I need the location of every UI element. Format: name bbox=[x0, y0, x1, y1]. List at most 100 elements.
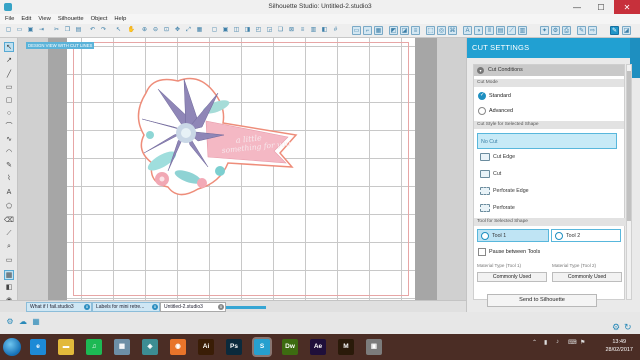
align-icon[interactable]: ≡ bbox=[298, 26, 307, 35]
copy-icon[interactable]: ❐ bbox=[63, 26, 72, 35]
send-icon[interactable]: ⇥ bbox=[37, 26, 46, 35]
minimize-button[interactable]: — bbox=[566, 0, 588, 14]
save-icon[interactable]: ▣ bbox=[26, 26, 35, 35]
cut-settings-icon[interactable]: ✎ bbox=[610, 26, 619, 35]
cut-conditions-header[interactable]: ▾ Cut Conditions bbox=[474, 65, 624, 76]
paste-icon[interactable]: ▤ bbox=[74, 26, 83, 35]
zoom-fit-icon[interactable]: ⤢ bbox=[184, 26, 193, 35]
freehand-tool-icon[interactable]: ✎ bbox=[4, 161, 14, 171]
taskbar-silhouette-studio-icon[interactable]: S bbox=[254, 339, 270, 355]
release-compound-icon[interactable]: ◨ bbox=[243, 26, 252, 35]
replicate-panel-icon[interactable]: ▤ bbox=[496, 26, 505, 35]
taskbar-app-b-icon[interactable]: ◈ bbox=[142, 339, 158, 355]
volume-icon[interactable]: ♪ bbox=[556, 339, 559, 345]
cut-style-cut[interactable]: Cut bbox=[477, 166, 617, 182]
keyboard-icon[interactable]: ⌨ bbox=[568, 339, 577, 346]
print-icon[interactable]: ⎙ bbox=[562, 26, 571, 35]
ungroup-icon[interactable]: ▣ bbox=[221, 26, 230, 35]
radio-standard[interactable] bbox=[478, 92, 486, 100]
grid-icon[interactable]: # bbox=[331, 26, 340, 35]
open-icon[interactable]: ▭ bbox=[15, 26, 24, 35]
redo-icon[interactable]: ↷ bbox=[99, 26, 108, 35]
polygon-shape-icon[interactable]: ⬠ bbox=[4, 202, 14, 212]
ellipse-tool-icon[interactable]: ○ bbox=[4, 109, 14, 119]
rounded-rect-tool-icon[interactable]: ▢ bbox=[4, 96, 14, 106]
taskbar-after-effects-icon[interactable]: Ae bbox=[310, 339, 326, 355]
send-panel-icon[interactable]: ⇨ bbox=[588, 26, 597, 35]
silhouette-panel-icon[interactable]: ◪ bbox=[622, 26, 631, 35]
network-icon[interactable]: ▮ bbox=[544, 339, 547, 346]
tab-untitled-2[interactable]: Untitled-2.studio3 x bbox=[160, 302, 226, 312]
tab-what-if-i-fail[interactable]: What if I fail.studio3 x bbox=[26, 302, 92, 312]
flag-icon[interactable]: ⚑ bbox=[580, 339, 585, 346]
tab-labels-mini-retreat[interactable]: Labels for mini retre... x bbox=[92, 302, 160, 312]
trace-icon[interactable]: ⌘ bbox=[448, 26, 457, 35]
taskbar-media-encoder-icon[interactable]: M bbox=[338, 339, 354, 355]
taskbar-file-explorer-icon[interactable]: ▬ bbox=[58, 339, 74, 355]
grid-settings-icon[interactable]: ▦ bbox=[374, 26, 383, 35]
cut-style-no-cut[interactable]: No Cut bbox=[477, 133, 617, 149]
zoom-pan-icon[interactable]: ✥ bbox=[173, 26, 182, 35]
menu-edit[interactable]: Edit bbox=[21, 16, 31, 22]
line-style-icon[interactable]: ≡ bbox=[411, 26, 420, 35]
line-color-icon[interactable]: ◪ bbox=[400, 26, 409, 35]
text-style-icon[interactable]: A bbox=[463, 26, 472, 35]
tool-2-button[interactable]: Tool 2 bbox=[551, 229, 621, 242]
taskbar-app-a-icon[interactable]: ▦ bbox=[114, 339, 130, 355]
page-setup-icon[interactable]: ▭ bbox=[352, 26, 361, 35]
zoom-in-icon[interactable]: ⊕ bbox=[140, 26, 149, 35]
arc-tool-icon[interactable]: ◠ bbox=[4, 148, 14, 158]
tab-close-icon[interactable]: x bbox=[218, 304, 224, 310]
settings-gear-icon[interactable]: ⚙ bbox=[612, 322, 620, 333]
cut-style-perforate[interactable]: Perforate bbox=[477, 200, 617, 216]
eyedropper-tool-icon[interactable]: ⌕ bbox=[4, 242, 14, 252]
delete-icon[interactable]: ⊠ bbox=[287, 26, 296, 35]
curve-tool-icon[interactable]: ∿ bbox=[4, 135, 14, 145]
menu-silhouette[interactable]: Silhouette bbox=[58, 16, 84, 22]
offset-icon[interactable]: ◎ bbox=[437, 26, 446, 35]
taskbar-firefox-icon[interactable]: ◉ bbox=[170, 339, 186, 355]
send-to-silhouette-button[interactable]: Send to Silhouette bbox=[487, 294, 597, 307]
shape-library-icon[interactable]: ⚙ bbox=[5, 317, 15, 327]
design-icon[interactable]: ✎ bbox=[577, 26, 586, 35]
compound-icon[interactable]: ◫ bbox=[232, 26, 241, 35]
radio-advanced[interactable] bbox=[478, 107, 486, 115]
panel-scrollbar[interactable] bbox=[626, 64, 632, 300]
polygon-tool-icon[interactable]: ⌒ bbox=[4, 122, 14, 132]
store-icon[interactable]: ✦ bbox=[540, 26, 549, 35]
pause-between-tools-checkbox[interactable] bbox=[478, 248, 486, 256]
taskbar-photoshop-icon[interactable]: Ps bbox=[226, 339, 242, 355]
start-button[interactable] bbox=[3, 338, 21, 356]
undo-icon[interactable]: ↶ bbox=[88, 26, 97, 35]
select-tool-icon[interactable]: ↖ bbox=[4, 42, 14, 52]
duplicate-icon[interactable]: ❏ bbox=[276, 26, 285, 35]
taskbar-clock[interactable]: 13:49 28/02/2017 bbox=[605, 338, 633, 354]
panels-icon[interactable]: ▦ bbox=[4, 270, 14, 280]
registration-icon[interactable]: ⌐ bbox=[363, 26, 372, 35]
rectangle-tool-icon[interactable]: ▭ bbox=[4, 83, 14, 93]
hand-icon[interactable]: ✋ bbox=[127, 26, 136, 35]
tool-1-button[interactable]: Tool 1 bbox=[477, 229, 549, 242]
transform-icon[interactable]: ⬚ bbox=[426, 26, 435, 35]
edit-points-icon[interactable]: ↗ bbox=[4, 56, 14, 66]
tray-chevron-icon[interactable]: ⌃ bbox=[532, 339, 537, 346]
fill-color-icon[interactable]: ◩ bbox=[389, 26, 398, 35]
taskbar-dreamweaver-icon[interactable]: Dw bbox=[282, 339, 298, 355]
new-doc-icon[interactable]: ▢ bbox=[4, 26, 13, 35]
text-tool-icon[interactable]: A bbox=[4, 188, 14, 198]
cut-style-perforate-edge[interactable]: Perforate Edge bbox=[477, 183, 617, 199]
taskbar-app-c-icon[interactable]: ▣ bbox=[366, 339, 382, 355]
line-tool-icon[interactable]: ╱ bbox=[4, 70, 14, 80]
group-icon[interactable]: ▢ bbox=[210, 26, 219, 35]
mirror-icon[interactable]: ◧ bbox=[320, 26, 329, 35]
knife-icon[interactable]: ⟋ bbox=[507, 26, 516, 35]
cut-icon[interactable]: ✂ bbox=[52, 26, 61, 35]
menu-file[interactable]: File bbox=[5, 16, 14, 22]
modify-icon[interactable]: ◑ bbox=[474, 26, 483, 35]
tab-close-icon[interactable]: x bbox=[84, 304, 90, 310]
settings-toolbar-icon[interactable]: ⚙ bbox=[551, 26, 560, 35]
design-store-icon[interactable]: ☁ bbox=[18, 317, 28, 327]
refresh-icon[interactable]: ↻ bbox=[624, 322, 632, 333]
tab-close-icon[interactable]: x bbox=[152, 304, 158, 310]
menu-view[interactable]: View bbox=[38, 16, 50, 22]
